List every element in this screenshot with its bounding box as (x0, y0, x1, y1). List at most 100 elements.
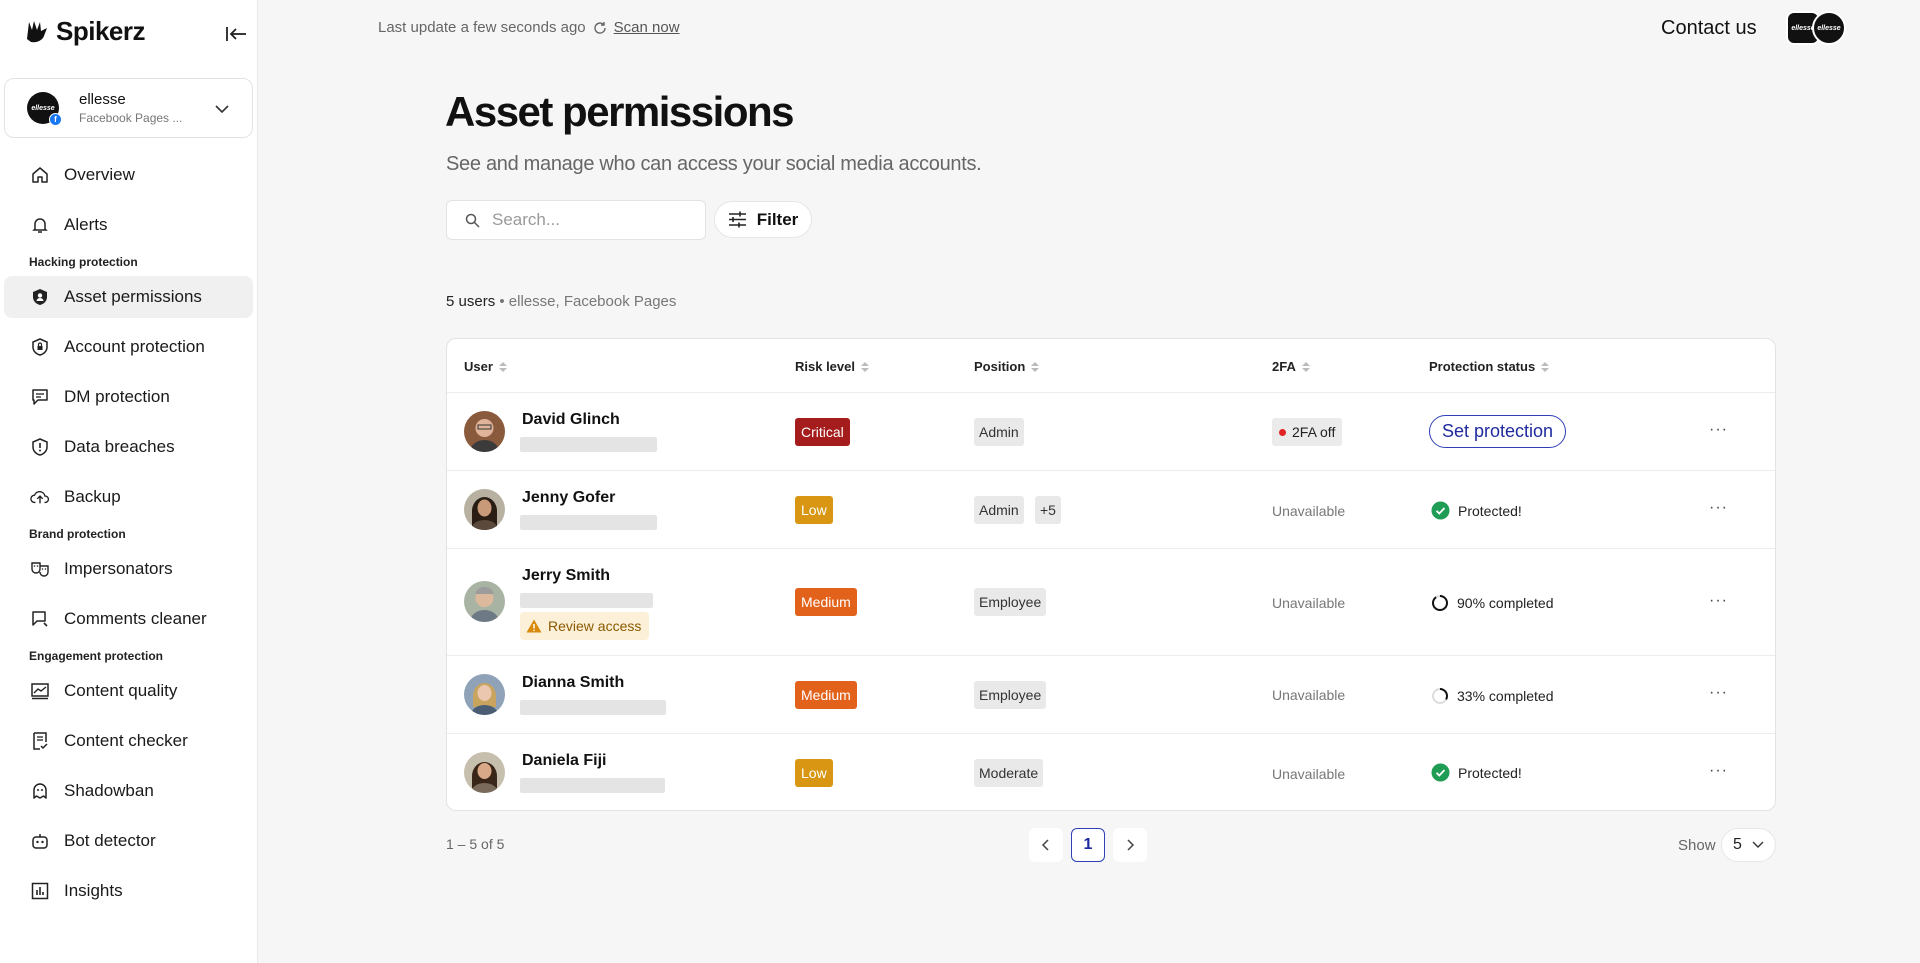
contact-us-link[interactable]: Contact us (1661, 17, 1757, 40)
user-avatar (464, 581, 505, 622)
more-actions-button[interactable]: ··· (1709, 592, 1728, 610)
nav-section-brand: Brand protection (29, 527, 126, 541)
more-actions-button[interactable]: ··· (1709, 421, 1728, 439)
column-header-position[interactable]: Position (974, 359, 1040, 374)
2fa-status: Unavailable (1272, 503, 1346, 519)
sidebar-item-bot-detector[interactable]: Bot detector (4, 820, 253, 862)
column-header-risk[interactable]: Risk level (795, 359, 869, 374)
users-summary: 5 users • ellesse, Facebook Pages (446, 293, 677, 310)
sidebar-item-dm-protection[interactable]: DM protection (4, 376, 253, 418)
brand-avatar: ellesse (1812, 11, 1846, 45)
cloud-upload-icon (30, 487, 50, 507)
sidebar-item-account-protection[interactable]: Account protection (4, 326, 253, 368)
robot-icon (30, 831, 50, 851)
column-header-2fa[interactable]: 2FA (1272, 359, 1310, 374)
message-check-icon (30, 387, 50, 407)
shield-lock-icon (30, 337, 50, 357)
user-name: David Glinch (522, 411, 620, 428)
sidebar-item-insights[interactable]: Insights (4, 870, 253, 912)
table-row[interactable]: David Glinch Critical Admin 2FA off Set … (447, 393, 1775, 471)
document-check-icon (30, 731, 50, 751)
connected-accounts[interactable]: ellesse ellesse (1786, 11, 1846, 45)
sidebar-item-comments-cleaner[interactable]: Comments cleaner (4, 598, 253, 640)
review-access-badge[interactable]: Review access (520, 612, 650, 640)
sidebar-nav: Overview Alerts Hacking protection Asset… (4, 154, 253, 920)
sort-icon (1541, 361, 1550, 372)
sidebar-item-asset-permissions[interactable]: Asset permissions (4, 276, 253, 318)
risk-badge: Low (795, 759, 833, 787)
position-badge: Admin (974, 496, 1024, 524)
search-box[interactable] (446, 200, 706, 240)
brand-name: Spikerz (56, 16, 146, 46)
user-name: Daniela Fiji (522, 752, 607, 769)
table-row[interactable]: Dianna Smith Medium Employee Unavailable… (447, 656, 1775, 734)
image-chart-icon (30, 681, 50, 701)
page-size-select[interactable]: 5 (1721, 828, 1776, 862)
risk-badge: Critical (795, 418, 850, 446)
more-actions-button[interactable]: ··· (1709, 684, 1728, 702)
protection-status: Protected! (1431, 763, 1522, 782)
permissions-table: User Risk level Position 2FA Protection … (446, 338, 1776, 811)
position-badge: Employee (974, 588, 1047, 616)
collapse-sidebar-button[interactable] (222, 22, 250, 46)
nav-section-engagement: Engagement protection (29, 649, 164, 663)
user-name: Dianna Smith (522, 674, 625, 691)
sidebar-item-data-breaches[interactable]: Data breaches (4, 426, 253, 468)
sidebar-item-alerts[interactable]: Alerts (4, 204, 253, 246)
sidebar-item-impersonators[interactable]: Impersonators (4, 548, 253, 590)
more-actions-button[interactable]: ··· (1709, 499, 1728, 517)
brand-logo[interactable]: Spikerz (24, 16, 146, 47)
sidebar-item-backup[interactable]: Backup (4, 476, 253, 518)
search-input[interactable] (492, 210, 692, 230)
scan-now-link[interactable]: Scan now (614, 19, 680, 36)
more-actions-button[interactable]: ··· (1709, 762, 1728, 780)
next-page-button[interactable] (1113, 828, 1147, 862)
position-badge: Moderate (974, 759, 1044, 787)
filter-label: Filter (756, 209, 799, 229)
set-protection-button[interactable]: Set protection (1429, 415, 1567, 448)
page-size-label: Show (1678, 837, 1716, 854)
spikerz-logo-icon (27, 20, 47, 42)
2fa-status-badge: 2FA off (1272, 418, 1343, 446)
sidebar-item-content-quality[interactable]: Content quality (4, 670, 253, 712)
bell-icon (30, 215, 50, 235)
user-avatar (464, 752, 505, 793)
home-icon (30, 165, 50, 185)
nav-section-hacking: Hacking protection (29, 255, 138, 269)
previous-page-button[interactable] (1029, 828, 1063, 862)
page-button-current[interactable]: 1 (1071, 828, 1105, 862)
table-row[interactable]: Jenny Gofer Low Admin +5 Unavailable Pro… (447, 471, 1775, 549)
sidebar-item-overview[interactable]: Overview (4, 154, 253, 196)
search-icon (465, 213, 480, 228)
progress-ring-icon (1432, 595, 1448, 611)
collapse-left-icon (226, 27, 246, 41)
sort-icon (1301, 361, 1310, 372)
last-update-text: Last update a few seconds ago (378, 19, 586, 36)
chevron-right-icon (1127, 839, 1135, 851)
user-email-redacted (520, 515, 657, 530)
user-name: Jerry Smith (522, 567, 611, 584)
user-name: Jenny Gofer (522, 489, 616, 506)
warning-icon (526, 619, 542, 633)
table-row[interactable]: Jerry Smith Review access Medium Employe… (447, 549, 1775, 656)
masks-icon (30, 559, 50, 579)
table-row[interactable]: Daniela Fiji Low Moderate Unavailable Pr… (447, 734, 1775, 810)
page-title: Asset permissions (445, 88, 795, 135)
user-email-redacted (520, 593, 653, 608)
filter-button[interactable]: Filter (714, 201, 812, 238)
shield-user-icon (30, 287, 50, 307)
last-update-bar: Last update a few seconds ago Scan now (378, 19, 680, 36)
sort-icon (498, 361, 507, 372)
column-header-user[interactable]: User (464, 359, 507, 374)
more-positions-badge[interactable]: +5 (1035, 496, 1061, 524)
comment-clean-icon (30, 609, 50, 629)
sidebar-item-content-checker[interactable]: Content checker (4, 720, 253, 762)
refresh-icon (594, 21, 606, 34)
account-switcher[interactable]: ellesse f ellesse Facebook Pages ... (4, 78, 253, 138)
user-email-redacted (520, 437, 657, 452)
user-email-redacted (520, 778, 665, 793)
table-header: User Risk level Position 2FA Protection … (447, 339, 1775, 393)
column-header-protection-status[interactable]: Protection status (1429, 359, 1550, 374)
sidebar-item-shadowban[interactable]: Shadowban (4, 770, 253, 812)
red-dot-icon (1279, 428, 1286, 436)
